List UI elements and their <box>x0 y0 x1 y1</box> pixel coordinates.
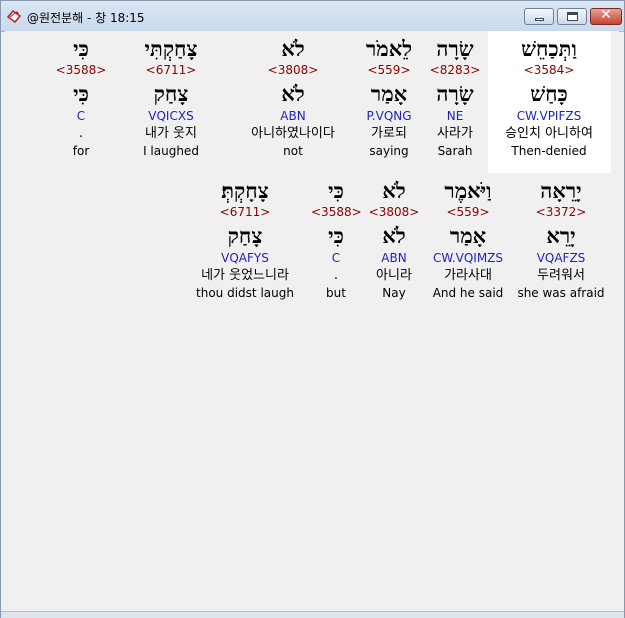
minimize-button[interactable] <box>524 8 554 25</box>
english-gloss: Then-denied <box>511 144 587 158</box>
hebrew-lemma: כָּחַשׁ <box>530 81 568 106</box>
strong-number[interactable]: <559> <box>423 206 513 222</box>
korean-gloss: 아니라 <box>376 268 412 283</box>
english-gloss: she was afraid <box>517 286 605 300</box>
english-gloss: Nay <box>382 286 406 300</box>
korean-gloss: 사라가 <box>437 126 473 141</box>
english-gloss: Sarah <box>437 144 473 158</box>
morphology-code: CW.VQIMZS <box>432 251 504 265</box>
word-column[interactable]: וַיֹּאמֶר <559> אָמַר CW.VQIMZS 가라사대 And… <box>423 180 513 303</box>
word-column[interactable]: שָׂרָה <8283> שָׂרָה NE 사라가 Sarah <box>425 38 485 161</box>
status-bar <box>1 611 624 618</box>
english-gloss: but <box>326 286 346 300</box>
korean-gloss: . <box>78 126 84 141</box>
hebrew-word: כִּי <box>328 178 344 203</box>
close-icon: ✕ <box>600 7 612 23</box>
maximize-icon <box>567 12 578 21</box>
morphology-code: NE <box>446 109 464 123</box>
word-column[interactable]: כִּי <3588> כִּי C . but <box>311 178 362 303</box>
korean-gloss: 아니하였나이다 <box>251 126 335 141</box>
morphology-code: ABN <box>381 251 407 265</box>
morphology-code: C <box>76 109 86 123</box>
word-column[interactable]: צָחָקְתְּ׃ <6711> צָחַק VQAFYS 네가 웃었느니라 … <box>185 180 305 303</box>
hebrew-word: כִּי <box>73 36 89 61</box>
english-gloss: thou didst laugh <box>196 286 294 300</box>
korean-gloss: 내가 웃지 <box>145 126 197 141</box>
hebrew-word: וַיֹּאמֶר <box>444 178 492 203</box>
english-gloss: I laughed <box>143 144 199 158</box>
english-gloss: not <box>283 144 303 158</box>
word-column[interactable]: לֹא <3808> לֹא ABN 아니라 Nay <box>367 180 421 303</box>
strong-number[interactable]: <3584> <box>491 64 607 80</box>
hebrew-lemma: צָחַק <box>227 223 263 248</box>
hebrew-lemma: כִּי <box>328 223 344 248</box>
app-icon <box>6 9 22 24</box>
hebrew-word: לֹא <box>281 36 305 61</box>
korean-gloss: 네가 웃었느니라 <box>201 268 289 283</box>
morphology-code: VQAFZS <box>536 251 586 265</box>
morphology-code: VQICXS <box>148 109 194 123</box>
strong-number[interactable]: <6711> <box>131 64 211 80</box>
morphology-code: P.VQNG <box>366 109 412 123</box>
hebrew-word: שָׂרָה <box>436 36 474 61</box>
close-button[interactable]: ✕ <box>590 7 622 25</box>
word-column[interactable]: לֵאמֹר <559> אָמַר P.VQNG 가로되 saying <box>356 38 422 161</box>
word-column[interactable]: צָחַקְתִּי <6711> צָחַק VQICXS 내가 웃지 I l… <box>131 38 211 161</box>
word-column[interactable]: וַתְּכַחֵשׁ <3584> כָּחַשׁ CW.VPIFZS 승인치… <box>491 38 607 161</box>
hebrew-lemma: שָׂרָה <box>436 81 474 106</box>
hebrew-word: צָחַקְתִּי <box>144 36 198 61</box>
korean-gloss: 가로되 <box>371 126 407 141</box>
korean-gloss: 두려워서 <box>537 268 585 283</box>
hebrew-word: צָחָקְתְּ׃ <box>221 178 269 203</box>
hebrew-word: וַתְּכַחֵשׁ <box>521 36 577 61</box>
main-window: @원전분해 - 창 18:15 ✕ וַתְּכַחֵשׁ <3584> כָּ… <box>0 0 625 618</box>
strong-number[interactable]: <3588> <box>55 64 107 80</box>
english-gloss: for <box>72 144 90 158</box>
hebrew-lemma: אָמַר <box>370 81 408 106</box>
word-column[interactable]: יָרֵאָה <3372> יָרֵא VQAFZS 두려워서 she was… <box>515 180 607 303</box>
morphology-code: CW.VPIFZS <box>516 109 582 123</box>
minimize-icon <box>535 18 544 21</box>
interlinear-content: וַתְּכַחֵשׁ <3584> כָּחַשׁ CW.VPIFZS 승인치… <box>5 31 619 611</box>
korean-gloss: 승인치 아니하여 <box>505 126 593 141</box>
word-column[interactable]: לֹא <3808> לֹא ABN 아니하였나이다 not <box>233 38 353 161</box>
hebrew-lemma: לֹא <box>382 223 406 248</box>
hebrew-word: לֵאמֹר <box>365 36 413 61</box>
hebrew-lemma: כִּי <box>73 81 89 106</box>
title-bar[interactable]: @원전분해 - 창 18:15 ✕ <box>1 1 624 32</box>
hebrew-lemma: לֹא <box>281 81 305 106</box>
hebrew-word: לֹא <box>382 178 406 203</box>
hebrew-lemma: יָרֵא <box>546 223 576 248</box>
morphology-code: ABN <box>280 109 306 123</box>
strong-number[interactable]: <3808> <box>233 64 353 80</box>
maximize-button[interactable] <box>557 8 587 25</box>
morphology-code: C <box>331 251 341 265</box>
strong-number[interactable]: <559> <box>356 64 422 80</box>
strong-number[interactable]: <6711> <box>185 206 305 222</box>
morphology-code: VQAFYS <box>221 251 269 265</box>
korean-gloss: 가라사대 <box>444 268 492 283</box>
strong-number[interactable]: <3808> <box>367 206 421 222</box>
hebrew-lemma: אָמַר <box>449 223 487 248</box>
english-gloss: And he said <box>432 286 504 300</box>
strong-number[interactable]: <3588> <box>311 206 362 222</box>
hebrew-lemma: צָחַק <box>153 81 189 106</box>
korean-gloss: . <box>333 268 339 283</box>
window-title: @원전분해 - 창 18:15 <box>27 11 145 25</box>
strong-number[interactable]: <3372> <box>515 206 607 222</box>
hebrew-word: יָרֵאָה <box>540 178 582 203</box>
strong-number[interactable]: <8283> <box>425 64 485 80</box>
english-gloss: saying <box>369 144 409 158</box>
word-column[interactable]: כִּי <3588> כִּי C . for <box>55 38 107 161</box>
